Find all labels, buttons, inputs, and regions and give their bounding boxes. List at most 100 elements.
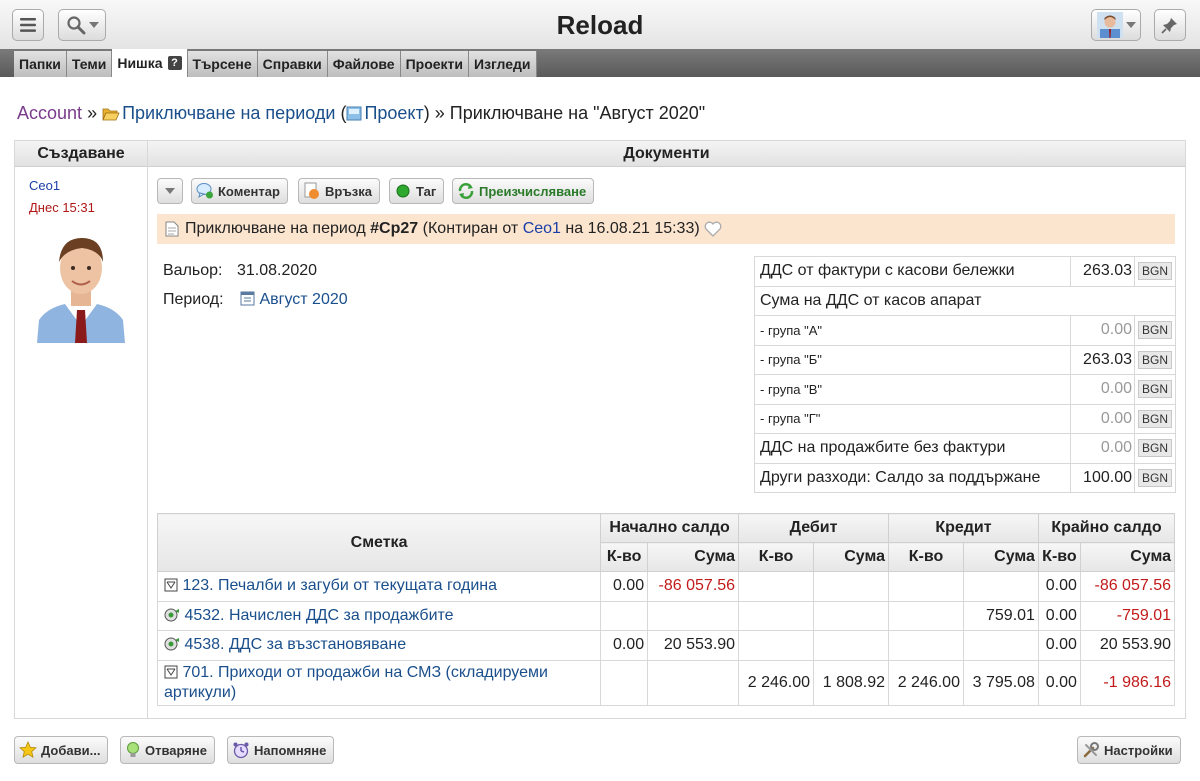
column-header-created: Създаване [15, 141, 147, 167]
cell-credit-amount: 3 795.08 [962, 659, 1039, 706]
header-qty: К-во [600, 542, 649, 572]
breadcrumb-separator: » [434, 103, 445, 123]
cell-credit-qty: 2 246.00 [888, 659, 964, 706]
currency-badge: BGN [1137, 409, 1172, 428]
breadcrumb-account-link[interactable]: Account [17, 103, 82, 123]
cell-credit-amount: 759.01 [962, 600, 1039, 631]
settings-button[interactable]: Настройки [1077, 736, 1181, 764]
tab-folders[interactable]: Папки [14, 51, 67, 77]
pin-button[interactable] [1154, 9, 1186, 41]
header-qty: К-во [738, 542, 815, 572]
creator-name-link[interactable]: Ceo1 [29, 178, 60, 193]
header-qty: К-во [888, 542, 964, 572]
refresh-icon [458, 183, 474, 199]
tab-label: Папки [19, 56, 61, 72]
account-link[interactable]: 123. Печалби и загуби от текущата година [182, 577, 497, 594]
header-qty: К-во [1037, 542, 1081, 572]
vat-label: Сума на ДДС от касов апарат [754, 285, 1176, 316]
comment-button[interactable]: Коментар [191, 178, 288, 204]
avatar-icon [1096, 12, 1123, 38]
table-row: 4532. Начислен ДДС за продажбите 759.01 … [156, 600, 1176, 631]
currency-badge: BGN [1137, 468, 1172, 487]
vat-currency: BGN [1133, 344, 1177, 375]
open-button[interactable]: Отваряне [120, 736, 215, 764]
account-cell: 123. Печалби и загуби от текущата година [156, 571, 602, 602]
header-credit: Кредит [888, 513, 1039, 543]
vat-label: - група "Б" [754, 344, 1071, 375]
lightbulb-icon [127, 742, 139, 757]
document-icon [165, 221, 179, 237]
header-amount: Сума [647, 542, 740, 572]
tab-label: Справки [262, 56, 322, 72]
heart-icon[interactable] [704, 221, 722, 237]
tag-button[interactable]: Таг [389, 178, 445, 204]
currency-badge: BGN [1137, 321, 1172, 340]
breadcrumb-folder-link[interactable]: Приключване на периоди [122, 103, 335, 123]
open-button-label: Отваряне [145, 742, 207, 758]
table-row: ДДС на продажбите без фактури 0.00 BGN [754, 433, 1177, 464]
tab-files[interactable]: Файлове [327, 51, 401, 77]
tab-projects[interactable]: Проекти [400, 51, 470, 77]
table-row: ДДС от фактури с касови бележки 263.03 B… [754, 256, 1177, 287]
table-row: Други разходи: Салдо за поддържане 100.0… [754, 462, 1177, 493]
period-link[interactable]: Август 2020 [259, 291, 347, 308]
cell-credit-amount [962, 571, 1039, 602]
header-account: Сметка [156, 513, 602, 572]
vat-value: 263.03 [1069, 256, 1135, 287]
vat-currency: BGN [1133, 403, 1177, 434]
header-amount: Сума [962, 542, 1039, 572]
cell-debit-qty [738, 571, 815, 602]
table-row: - група "В" 0.00 BGN [754, 374, 1177, 405]
tab-reports[interactable]: Справки [257, 51, 328, 77]
posted-on: на 16.08.21 15:33) [565, 220, 700, 237]
reminder-button[interactable]: Напомняне [227, 736, 335, 764]
tab-topics[interactable]: Теми [66, 51, 113, 77]
cell-open-qty [600, 659, 649, 706]
cell-open-qty: 0.00 [600, 630, 649, 661]
breadcrumb-project-link[interactable]: Проект [364, 103, 423, 123]
vat-value: 0.00 [1069, 374, 1135, 405]
cell-close-qty: 0.00 [1037, 659, 1081, 706]
cell-close-amount: -86 057.56 [1079, 571, 1176, 602]
user-menu-button[interactable] [1091, 9, 1141, 41]
star-icon [19, 741, 37, 759]
table-row: - група "Б" 263.03 BGN [754, 344, 1177, 375]
tab-search[interactable]: Търсене [187, 51, 258, 77]
cell-close-qty: 0.00 [1037, 630, 1081, 661]
tab-views[interactable]: Изгледи [469, 51, 537, 77]
alarm-clock-icon [233, 742, 249, 759]
recalculate-button[interactable]: Преизчисляване [452, 178, 595, 204]
header-amount: Сума [1079, 542, 1176, 572]
cell-credit-qty [888, 600, 964, 631]
currency-badge: BGN [1137, 439, 1172, 458]
column-header-documents: Документи [148, 141, 1185, 167]
header-opening: Начално салдо [600, 513, 740, 543]
help-icon[interactable]: ? [167, 56, 182, 70]
vat-account-icon [164, 608, 179, 622]
more-actions-button[interactable] [157, 178, 183, 204]
reminder-button-label: Напомняне [254, 742, 327, 758]
ledger-icon [164, 665, 178, 678]
account-link[interactable]: 4538. ДДС за възстановяване [184, 636, 406, 653]
folder-open-icon [102, 108, 120, 121]
link-button[interactable]: Връзка [298, 178, 381, 204]
comment-button-label: Коментар [218, 183, 280, 199]
currency-badge: BGN [1137, 350, 1172, 369]
main-nav: Папки Теми Нишка? Търсене Справки Файлов… [0, 49, 1200, 77]
column-divider [147, 141, 148, 719]
posted-by-link[interactable]: Ceo1 [523, 220, 561, 238]
account-link[interactable]: 701. Приходи от продажби на СМЗ (складир… [164, 664, 548, 701]
cell-debit-amount [813, 571, 889, 602]
vat-value: 100.00 [1069, 462, 1135, 493]
tab-label: Нишка [117, 55, 163, 71]
add-button[interactable]: Добави... [14, 736, 109, 764]
tab-thread[interactable]: Нишка? [112, 49, 188, 77]
chevron-down-icon [165, 188, 175, 194]
account-link[interactable]: 4532. Начислен ДДС за продажбите [184, 607, 453, 624]
document-posted-label: (Контиран от [422, 220, 519, 237]
tab-label: Теми [71, 56, 107, 72]
cell-close-amount: 20 553.90 [1079, 630, 1176, 661]
thread-frame: Създаване Документи Ceo1 Днес 15:31 Коме… [14, 140, 1186, 719]
settings-tools-icon [1083, 742, 1099, 758]
cell-debit-amount [813, 630, 889, 661]
